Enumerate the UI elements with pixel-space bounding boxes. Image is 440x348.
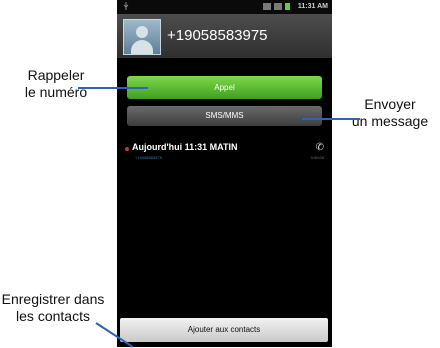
- callout-save-contact-line2: les contacts: [16, 308, 90, 324]
- avatar-head: [136, 26, 148, 38]
- log-duration: 0:00:00: [310, 155, 324, 160]
- callout-send-message: Envoyer un message: [340, 96, 440, 130]
- contact-header: +19058583975: [117, 14, 332, 58]
- avatar[interactable]: [123, 19, 161, 55]
- callout-recall-line1: Rappeler: [27, 67, 85, 83]
- battery-icon: [285, 3, 290, 10]
- usb-icon: [123, 2, 129, 10]
- network-icon: [263, 3, 271, 10]
- sms-button[interactable]: SMS/MMS: [127, 106, 322, 126]
- signal-icon: [274, 3, 282, 10]
- leader-line-send-message: [302, 118, 360, 120]
- log-time: Aujourd'hui 11:31 MATIN: [132, 142, 238, 152]
- callout-send-message-line2: un message: [351, 113, 429, 129]
- status-icons: [263, 3, 290, 10]
- status-bar: 11:31 AM: [117, 0, 332, 14]
- log-number: +19058583975: [135, 155, 162, 160]
- phone-screen: 11:31 AM +19058583975 Appel SMS/MMS Aujo…: [117, 0, 332, 347]
- avatar-body: [131, 40, 153, 54]
- call-button[interactable]: Appel: [127, 76, 322, 99]
- callout-save-contact-line1: Enregistrer dans: [1, 291, 105, 307]
- call-log-entry[interactable]: Aujourd'hui 11:31 MATIN +19058583975 ✆ 0…: [117, 138, 332, 168]
- callout-save-contact: Enregistrer dans les contacts: [0, 291, 116, 325]
- callout-recall: Rappeler le numéro: [5, 67, 107, 101]
- missed-call-icon: [125, 147, 129, 151]
- callout-send-message-line1: Envoyer: [364, 96, 416, 112]
- leader-line-recall: [78, 87, 148, 89]
- add-to-contacts-button[interactable]: Ajouter aux contacts: [120, 318, 328, 342]
- phone-icon: ✆: [315, 142, 324, 153]
- status-time: 11:31 AM: [297, 3, 328, 10]
- contact-number: +19058583975: [167, 27, 268, 44]
